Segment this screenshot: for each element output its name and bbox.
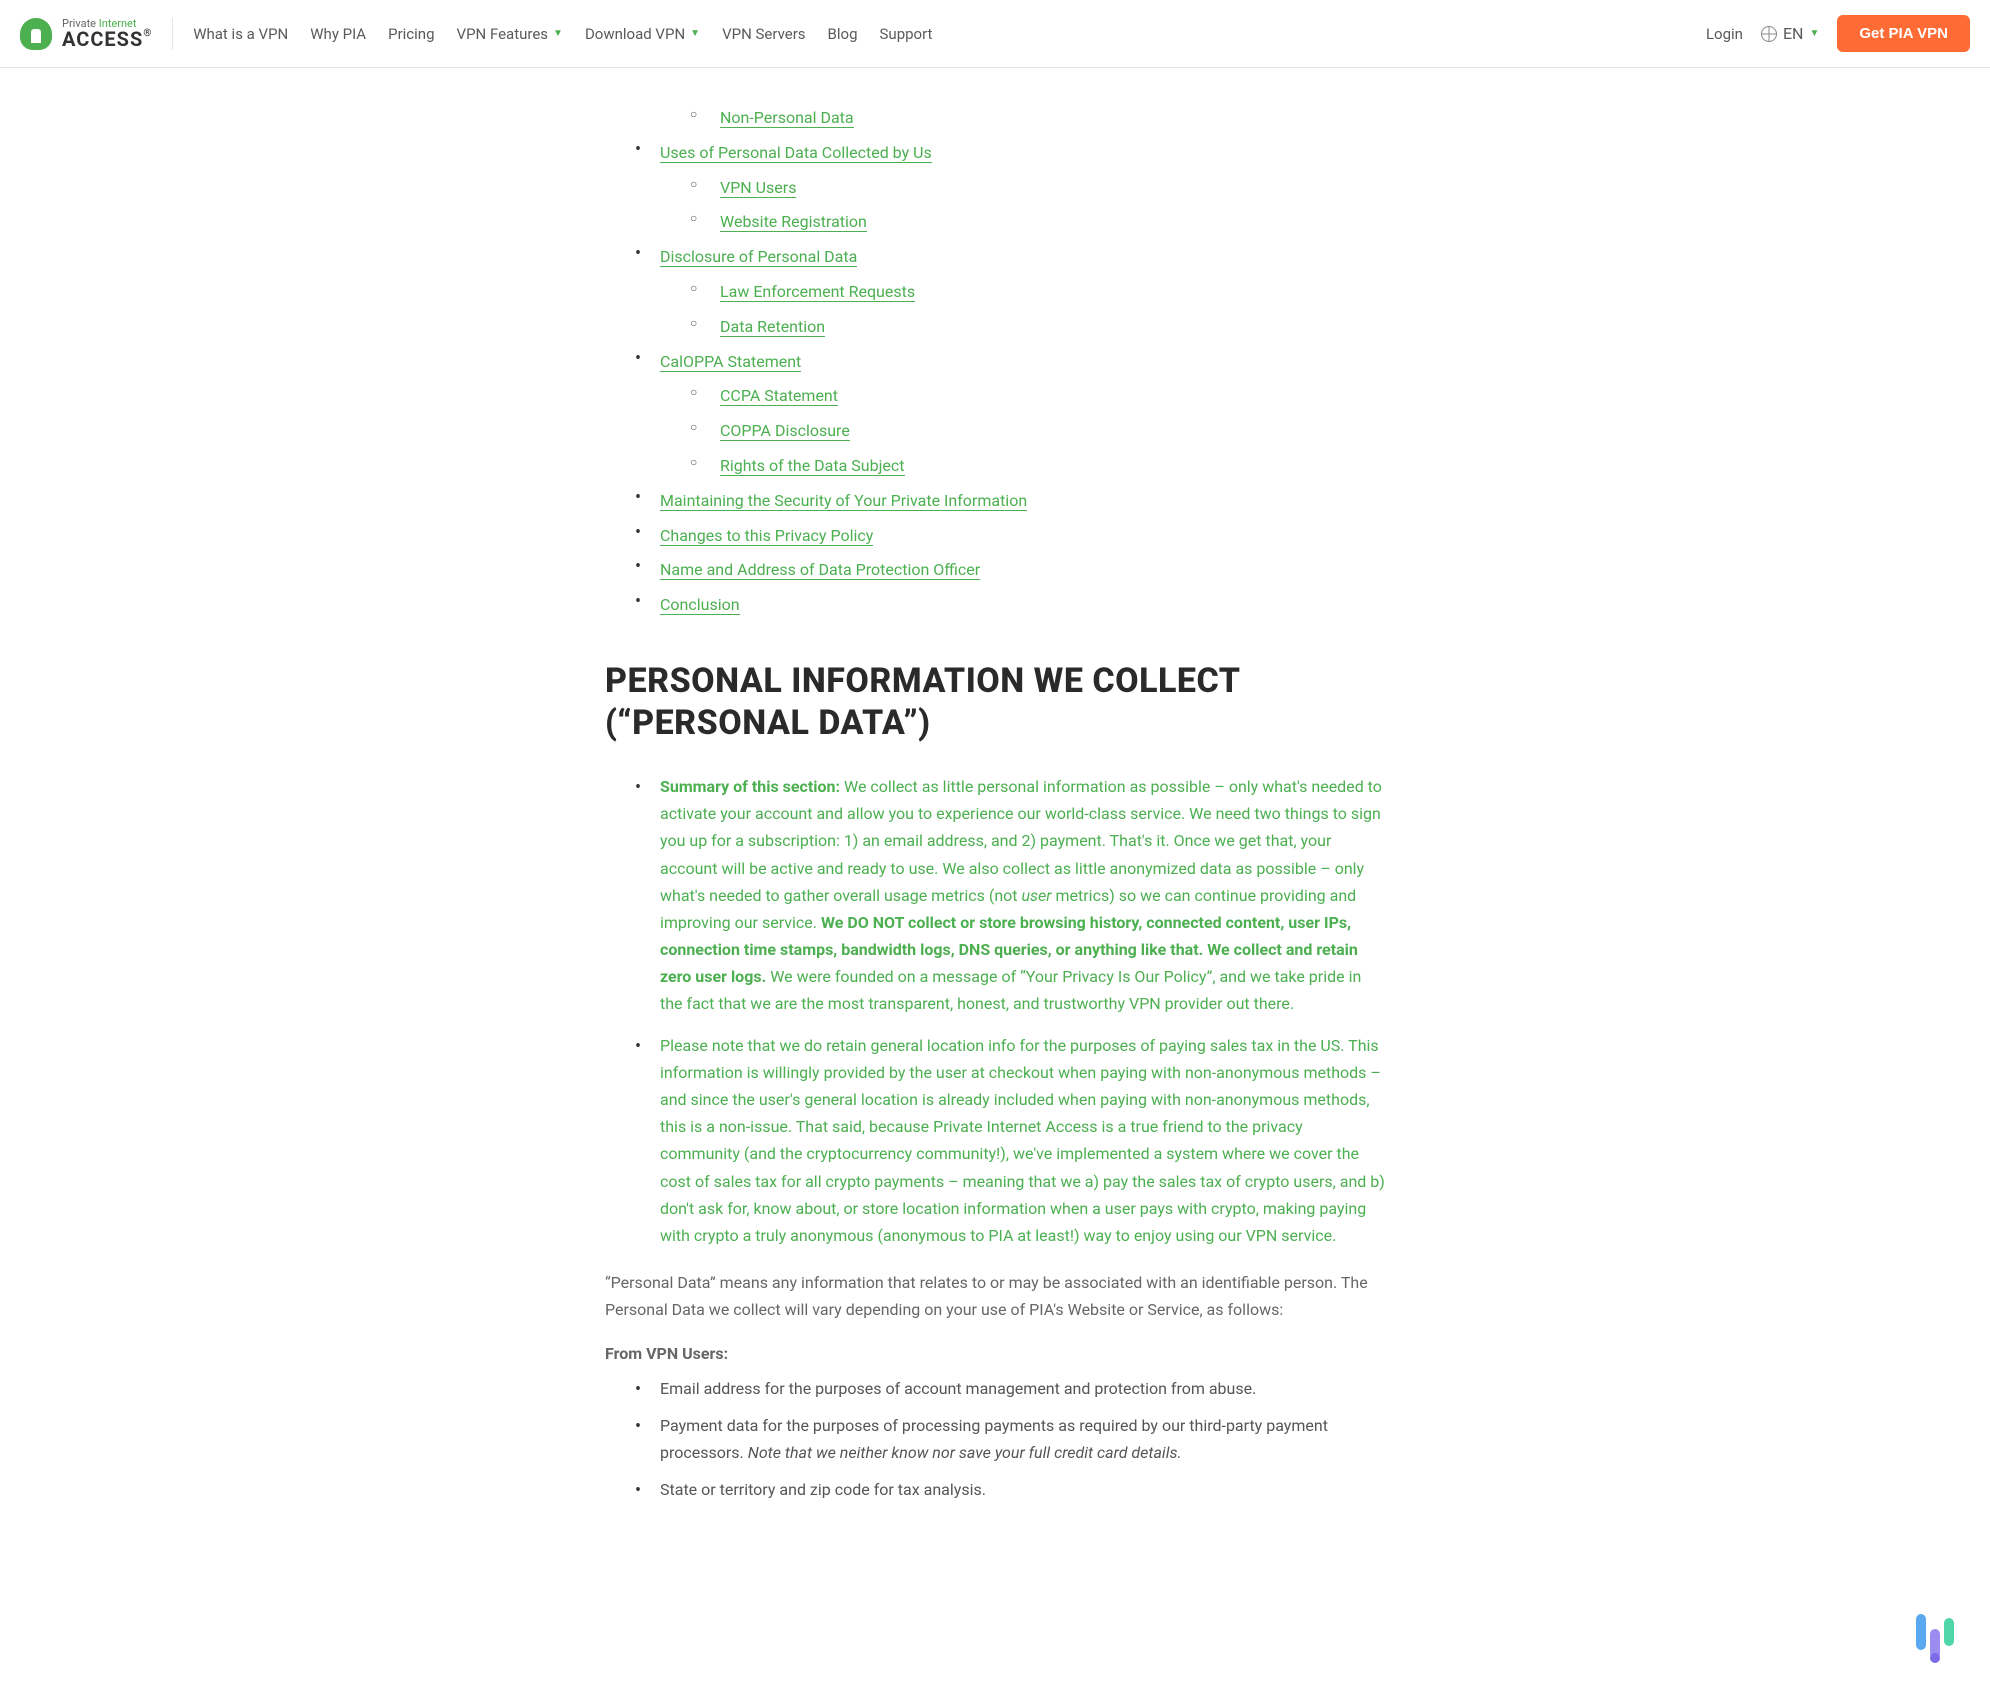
toc-item: Conclusion <box>620 591 1385 620</box>
chevron-down-icon: ▼ <box>1809 28 1819 39</box>
main-header: Private Internet ACCESS® What is a VPNWh… <box>0 0 1990 68</box>
toc-item: Name and Address of Data Protection Offi… <box>620 556 1385 585</box>
lang-label: EN <box>1783 24 1804 43</box>
toc-link[interactable]: Uses of Personal Data Collected by Us <box>660 143 932 163</box>
toc-subitem: Data Retention <box>660 313 1385 342</box>
toc-subitem: Non-Personal Data <box>660 104 1385 133</box>
toc-link[interactable]: Website Registration <box>720 212 867 232</box>
summary-label: Summary of this section: <box>660 777 844 796</box>
toc-subitem: Website Registration <box>660 208 1385 237</box>
toc-link[interactable]: Disclosure of Personal Data <box>660 247 857 267</box>
nav-item[interactable]: VPN Features▼ <box>457 25 563 43</box>
logo-word-access: ACCESS <box>62 27 143 51</box>
toc-subitem: CCPA Statement <box>660 382 1385 411</box>
toc-subitem: VPN Users <box>660 174 1385 203</box>
toc-item: Non-Personal Data <box>620 104 1385 133</box>
toc-link[interactable]: Conclusion <box>660 595 740 615</box>
nav-item[interactable]: Pricing <box>388 25 434 43</box>
summary-item-1: Summary of this section: We collect as l… <box>620 773 1385 1018</box>
summary-list: Summary of this section: We collect as l… <box>620 773 1385 1249</box>
toc-link[interactable]: Non-Personal Data <box>720 108 854 128</box>
chevron-down-icon: ▼ <box>690 28 700 39</box>
toc-subitem: Rights of the Data Subject <box>660 452 1385 481</box>
chat-bar-icon <box>1930 1629 1940 1659</box>
globe-icon <box>1761 26 1777 42</box>
toc-link[interactable]: Name and Address of Data Protection Offi… <box>660 560 980 580</box>
brand-logo[interactable]: Private Internet ACCESS® <box>20 18 173 50</box>
toc-subitem: COPPA Disclosure <box>660 417 1385 446</box>
toc-link[interactable]: Changes to this Privacy Policy <box>660 526 873 546</box>
nav-item[interactable]: VPN Servers <box>722 25 805 43</box>
main-content: Non-Personal Data Uses of Personal Data C… <box>585 68 1405 1573</box>
logo-reg: ® <box>143 28 152 39</box>
chevron-down-icon: ▼ <box>553 28 563 39</box>
toc-link[interactable]: CCPA Statement <box>720 386 838 406</box>
toc-item: CalOPPA Statement CCPA Statement COPPA Dis… <box>620 348 1385 481</box>
toc-link[interactable]: Data Retention <box>720 317 825 337</box>
language-selector[interactable]: EN ▼ <box>1761 24 1819 43</box>
lock-icon <box>20 18 52 50</box>
list-item: Payment data for the purposes of process… <box>620 1412 1385 1466</box>
toc-link[interactable]: CalOPPA Statement <box>660 352 801 372</box>
header-right: Login EN ▼ Get PIA VPN <box>1706 15 1970 52</box>
chat-bar-icon <box>1944 1618 1954 1646</box>
toc-link[interactable]: Law Enforcement Requests <box>720 282 915 302</box>
section-heading: PERSONAL INFORMATION WE COLLECT (“PERSON… <box>605 660 1385 745</box>
table-of-contents: Non-Personal Data Uses of Personal Data C… <box>620 104 1385 620</box>
toc-link[interactable]: VPN Users <box>720 178 796 198</box>
summary-item-2: Please note that we do retain general lo… <box>620 1032 1385 1250</box>
nav-item[interactable]: Download VPN▼ <box>585 25 700 43</box>
summary-user-italic: user <box>1021 886 1051 905</box>
summary-text-1c: We were founded on a message of “Your Pr… <box>660 967 1361 1013</box>
nav-item[interactable]: Support <box>880 25 933 43</box>
body-paragraph-1: “Personal Data” means any information th… <box>605 1269 1385 1323</box>
get-vpn-button[interactable]: Get PIA VPN <box>1837 15 1970 52</box>
nav-item[interactable]: What is a VPN <box>193 25 288 43</box>
toc-item: Maintaining the Security of Your Private… <box>620 487 1385 516</box>
chat-widget-button[interactable] <box>1905 1602 1965 1662</box>
toc-subitem: Law Enforcement Requests <box>660 278 1385 307</box>
toc-item: Uses of Personal Data Collected by Us VPN… <box>620 139 1385 237</box>
primary-nav: What is a VPN Why PIA Pricing VPN Features▼… <box>193 25 1686 43</box>
list-item: State or territory and zip code for tax … <box>620 1476 1385 1503</box>
nav-item[interactable]: Blog <box>828 25 858 43</box>
logo-text: Private Internet ACCESS® <box>62 18 152 49</box>
toc-link[interactable]: COPPA Disclosure <box>720 421 850 441</box>
nav-item[interactable]: Why PIA <box>310 25 366 43</box>
chat-bar-icon <box>1916 1614 1926 1650</box>
vpn-users-list: Email address for the purposes of accoun… <box>620 1375 1385 1504</box>
list-item: Email address for the purposes of accoun… <box>620 1375 1385 1402</box>
login-link[interactable]: Login <box>1706 25 1743 43</box>
toc-link[interactable]: Rights of the Data Subject <box>720 456 905 476</box>
toc-item: Changes to this Privacy Policy <box>620 522 1385 551</box>
toc-item: Disclosure of Personal Data Law Enforceme… <box>620 243 1385 341</box>
bullet-2b: Note that we neither know nor save your … <box>748 1443 1182 1462</box>
sub-heading-vpn-users: From VPN Users: <box>605 1344 1385 1363</box>
toc-link[interactable]: Maintaining the Security of Your Private… <box>660 491 1027 511</box>
